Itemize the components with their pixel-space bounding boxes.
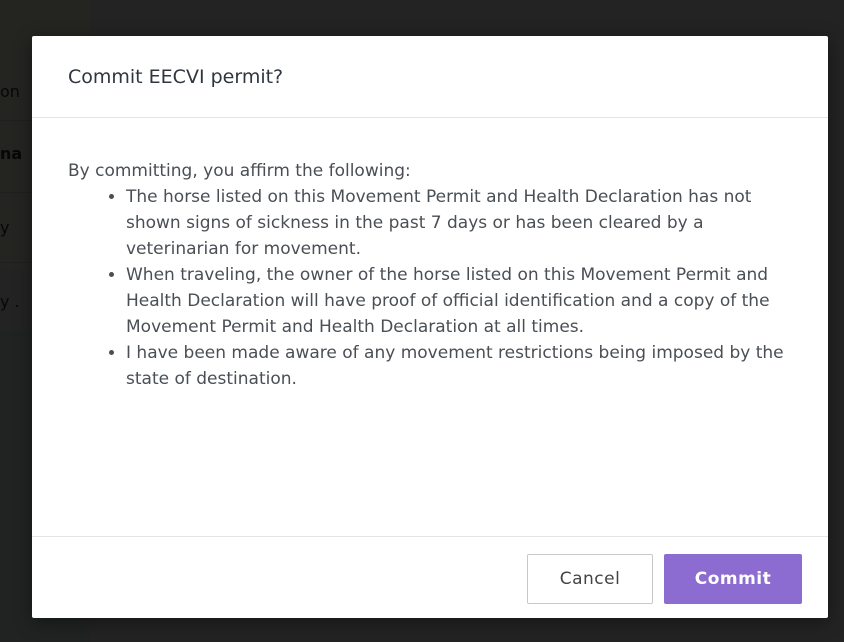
commit-button[interactable]: Commit [664, 554, 802, 604]
list-item: The horse listed on this Movement Permit… [126, 184, 798, 262]
dialog-body: By committing, you affirm the following:… [68, 158, 798, 392]
cancel-button[interactable]: Cancel [527, 554, 653, 604]
list-item: I have been made aware of any movement r… [126, 340, 798, 392]
commit-permit-dialog: Commit EECVI permit? By committing, you … [32, 36, 828, 618]
screen: on na y y . Commit EECVI permit? By comm… [0, 0, 844, 642]
affirmation-list: The horse listed on this Movement Permit… [68, 184, 798, 392]
dialog-footer: Cancel Commit [32, 536, 828, 618]
list-item: When traveling, the owner of the horse l… [126, 262, 798, 340]
affirmation-intro: By committing, you affirm the following: [68, 161, 411, 181]
dialog-header: Commit EECVI permit? [32, 36, 828, 118]
dialog-title: Commit EECVI permit? [68, 65, 284, 88]
